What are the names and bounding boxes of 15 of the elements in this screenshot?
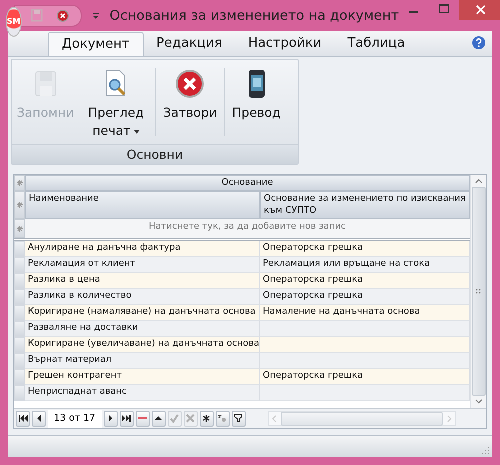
new-row-prompt[interactable]: Натиснете тук, за да добавите нов запис (25, 219, 470, 238)
group-label: Основни (12, 144, 298, 164)
ribbon-tab[interactable]: Настройки (235, 32, 335, 56)
column-header[interactable]: Основание за изменението по изисквания към СУПТО (260, 191, 470, 219)
window-title: Основания за изменението на документ (110, 8, 400, 24)
band-header: Основание (25, 175, 470, 191)
column-header[interactable]: Наименование (25, 191, 260, 219)
ribbon-tab[interactable]: Редакция (144, 32, 236, 56)
ribbon-tab[interactable]: Таблица (334, 32, 418, 56)
ribbon-button[interactable]: Преглед печат (79, 62, 154, 142)
table-cell: Неприспаднат аванс (25, 385, 260, 401)
ribbon-tab[interactable]: Документ (48, 32, 144, 56)
ribbon-button[interactable]: Превод (227, 62, 286, 142)
ribbon-button[interactable]: Затвори (158, 62, 222, 142)
record-position: 13 от 17 (48, 410, 102, 428)
